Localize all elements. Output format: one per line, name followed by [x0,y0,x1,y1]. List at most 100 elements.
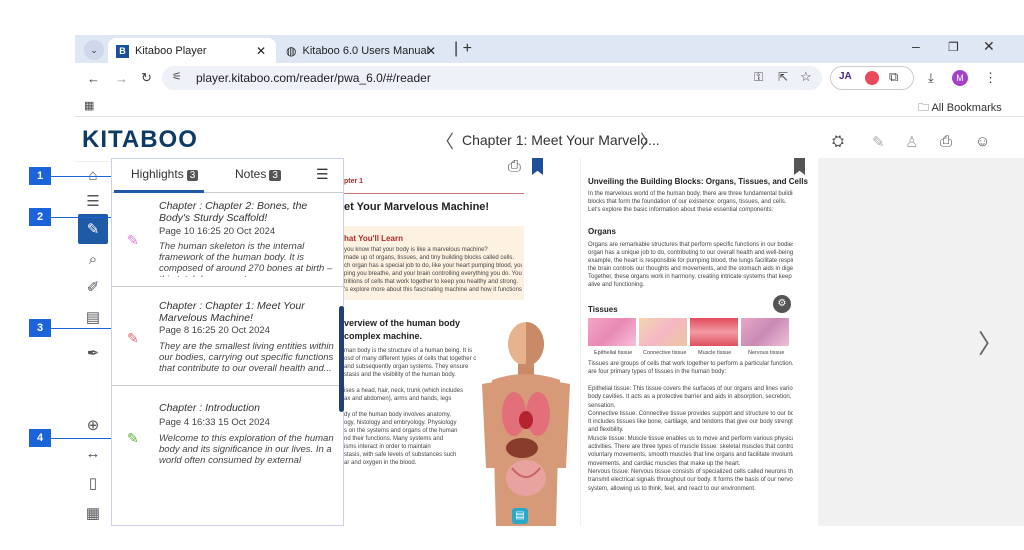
window-close-icon[interactable]: ✕ [983,38,995,55]
text-line: nd their functions. Many systems and [344,436,444,442]
text-line: Organs are remarkable structures that pe… [588,242,793,248]
tab-notes[interactable]: Notes 3 [235,167,281,181]
highlights-notes-icon[interactable]: ✎ [78,214,108,244]
text-line: are four primary types of tissues in the… [588,369,727,376]
page: ⌄ B Kitaboo Player ✕ ◍ Kitaboo 6.0 Users… [0,0,1024,550]
text-line: body cavities. It acts as a protective b… [588,394,793,401]
tab-title: Kitaboo Player [135,45,207,57]
tissue-image-epithelial [588,318,636,346]
text-line: ax and abdomen), arms and hands, legs [344,396,452,402]
close-icon[interactable]: ✕ [256,44,266,58]
page-gutter [580,158,581,526]
omnibox[interactable]: ⚟ player.kitaboo.com/reader/pwa_6.0/#/re… [162,66,822,90]
text-line: stasis and the visibility of the human b… [344,372,456,378]
users-icon[interactable]: ♙ [905,133,918,151]
text-line: ch organ has a special job to do, like y… [344,263,522,269]
folder-icon: 🗀 [918,102,929,114]
tissue-label: Nervous tissue [748,350,785,356]
text-line: and subsequently organ systems. They ens… [344,364,469,370]
text-line: you know that your body is like a marvel… [344,247,488,253]
highlights-count-badge: 3 [186,170,199,181]
highlight-chapter: Chapter : Introduction [159,402,260,414]
next-page-arrow-icon[interactable]: 〉 [978,324,1004,361]
tissue-label: Muscle tissue [698,350,732,356]
profile-avatar[interactable]: M [952,70,968,86]
pencil-icon[interactable]: ✐ [80,274,106,300]
download-icon[interactable]: ⤓ [928,70,934,86]
highlight-text: The human skeleton is the internal frame… [159,241,333,277]
extension-ja-icon[interactable]: JA [839,71,852,82]
extension-red-icon[interactable] [865,71,879,85]
highlight-pen-icon: ✎ [127,330,139,346]
text-line: system, allowing us to think, feel, and … [588,485,756,492]
text-line: Together, these organs work in harmony, … [588,274,793,280]
open-in-icon[interactable]: ⇱ [778,70,788,84]
text-line: made up of organs, tissues, and tiny bui… [344,255,515,261]
site-info-icon[interactable]: ⚟ [172,70,182,83]
callout-1-line [51,176,115,177]
password-key-icon[interactable]: ⚿ [754,70,763,85]
next-chapter-icon[interactable]: 〉 [640,128,658,154]
text-line: the brain controls our thoughts and move… [588,266,793,272]
callout-2: 2 [29,208,51,226]
star-icon[interactable]: ☆ [800,69,812,85]
toc-list-icon[interactable]: ☰ [80,188,106,214]
kitaboo-favicon-icon: B [116,44,129,58]
overview-title-1: verview of the human body [344,318,461,328]
account-icon[interactable]: ☺ [975,133,990,150]
settings-float-icon[interactable]: ⚙ [773,295,791,313]
highlight-text: They are the smallest living entities wi… [159,341,334,374]
text-line: stasis, with safe levels of substances s… [344,452,457,458]
text-line: ar and oxygen in the blood. [344,460,417,466]
highlighter-icon[interactable]: ✒ [80,340,106,366]
menu-kebab-icon[interactable]: ⋮ [984,70,997,86]
text-line: Tissues are groups of cells that work to… [588,361,793,367]
new-tab-button[interactable]: | + [454,40,472,58]
callout-3: 3 [29,319,51,337]
text-line: alive and functioning. [588,282,645,288]
tab-kitaboo-player[interactable]: B Kitaboo Player ✕ [108,38,276,64]
text-line: organ has a unique job to do, contributi… [588,250,793,256]
home-icon[interactable]: ⌂ [80,162,106,188]
organs-title: Organs [588,227,617,236]
print-icon[interactable]: ⎙ [940,133,952,150]
text-line: Muscle tissue: Muscle tissue enables us … [588,435,793,442]
filter-sliders-icon[interactable]: ☰ [316,166,329,183]
highlight-meta: Page 4 16:33 15 Oct 2024 [159,417,270,428]
note-marker-icon[interactable]: ▤ [512,508,528,524]
bookmarks-label: All Bookmarks [931,102,1002,114]
chapter-title: Chapter 1: Meet Your Marvelo... [462,132,660,148]
all-bookmarks-button[interactable]: 🗀 All Bookmarks [918,99,1002,118]
zoom-in-icon[interactable]: ⊕ [80,412,106,438]
reload-icon[interactable]: ↻ [141,70,152,86]
apps-grid-icon[interactable]: ▦ [84,99,94,112]
bookmarks-bar [75,93,1024,117]
text-line: Epithelial tissue: This tissue covers th… [588,385,793,392]
pen-tool-icon[interactable]: ✎ [872,133,885,151]
back-icon[interactable]: ← [87,71,100,86]
close-icon[interactable]: ✕ [426,44,436,58]
thumbnails-grid-icon[interactable]: ▦ [80,500,106,526]
sticky-note-icon[interactable]: ▤ [80,304,106,330]
prev-chapter-icon[interactable]: 〈 [436,128,454,154]
fit-width-icon[interactable]: ↔ [80,440,106,466]
search-icon[interactable]: ⌕ [80,246,106,272]
highlight-chapter: Chapter : Chapter 2: Bones, the Body's S… [159,200,308,224]
text-line: movements, and cardiac muscles that make… [588,460,741,467]
forward-icon[interactable]: → [115,71,128,86]
minimize-icon[interactable]: – [912,38,920,54]
tab-search-button[interactable]: ⌄ [84,40,104,60]
tab-highlights[interactable]: Highlights 3 [131,167,199,181]
book-chapter-title: et Your Marvelous Machine! [344,201,490,213]
print-page-icon[interactable]: ⎙ [508,158,521,176]
classroom-icon[interactable]: ⛭ [832,133,844,150]
tab-users-manual[interactable]: ◍ Kitaboo 6.0 Users Manual ✕ [282,38,450,64]
overview-title-2: complex machine. [344,331,423,341]
text-line: s on the systems and organs of the human [344,428,458,434]
restore-icon[interactable]: ❐ [948,40,959,54]
extensions-puzzle-icon[interactable]: ⧉ [889,69,898,85]
highlight-pen-icon: ✎ [127,232,139,248]
right-page-title: Unveiling the Building Blocks: Organs, T… [588,177,808,186]
globe-icon: ◍ [286,44,297,58]
page-icon[interactable]: ▯ [80,470,106,496]
